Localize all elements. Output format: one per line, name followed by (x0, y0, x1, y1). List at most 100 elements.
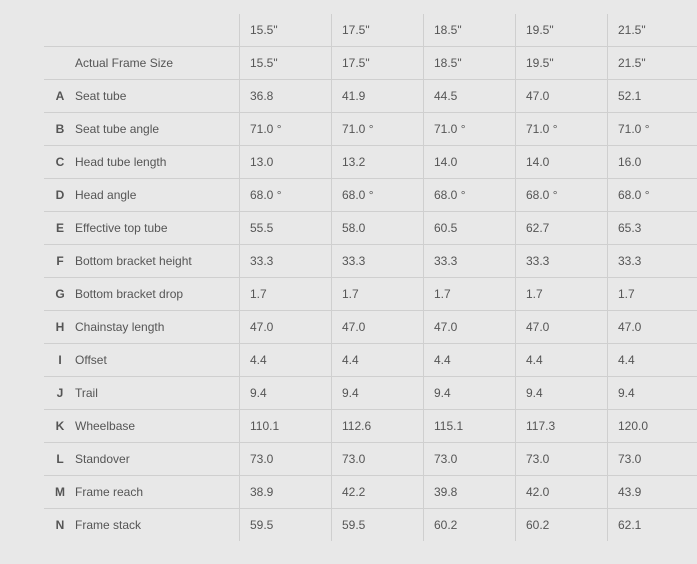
row-value: 47.0 (607, 310, 697, 344)
row-value: 33.3 (331, 244, 424, 278)
size-header: 17.5" (331, 14, 424, 47)
row-value: 9.4 (515, 376, 608, 410)
table-row: K Wheelbase 110.1 112.6 115.1 117.3 120.0 (44, 409, 697, 443)
row-label: Effective top tube (75, 211, 240, 245)
row-value: 19.5" (515, 46, 608, 80)
table-row: F Bottom bracket height 33.3 33.3 33.3 33.3 33… (44, 244, 697, 278)
row-value: 58.0 (331, 211, 424, 245)
row-label: Offset (75, 343, 240, 377)
row-value: 13.2 (331, 145, 424, 179)
row-label: Bottom bracket height (75, 244, 240, 278)
row-value: 1.7 (331, 277, 424, 311)
row-label: Seat tube angle (75, 112, 240, 146)
row-value: 16.0 (607, 145, 697, 179)
row-letter: M (44, 475, 75, 509)
size-header: 18.5" (423, 14, 516, 47)
row-value: 38.9 (239, 475, 332, 509)
table-row: A Seat tube 36.8 41.9 44.5 47.0 52.1 (44, 79, 697, 113)
row-letter: F (44, 244, 75, 278)
row-value: 71.0 ° (331, 112, 424, 146)
row-value: 71.0 ° (607, 112, 697, 146)
row-value: 68.0 ° (607, 178, 697, 212)
row-value: 36.8 (239, 79, 332, 113)
row-value: 4.4 (515, 343, 608, 377)
header-label-cell (75, 14, 240, 47)
row-label: Frame stack (75, 508, 240, 541)
row-value: 33.3 (239, 244, 332, 278)
row-value: 18.5" (423, 46, 516, 80)
row-value: 33.3 (607, 244, 697, 278)
row-value: 60.5 (423, 211, 516, 245)
row-value: 120.0 (607, 409, 697, 443)
row-label: Head tube length (75, 145, 240, 179)
row-value: 71.0 ° (515, 112, 608, 146)
size-header: 21.5" (607, 14, 697, 47)
row-value: 33.3 (423, 244, 516, 278)
table-row: N Frame stack 59.5 59.5 60.2 60.2 62.1 (44, 508, 697, 541)
row-letter: N (44, 508, 75, 541)
row-value: 9.4 (423, 376, 516, 410)
row-value: 68.0 ° (239, 178, 332, 212)
row-value: 21.5" (607, 46, 697, 80)
row-value: 4.4 (239, 343, 332, 377)
size-header: 15.5" (239, 14, 332, 47)
row-label: Standover (75, 442, 240, 476)
row-value: 59.5 (331, 508, 424, 541)
table-row: L Standover 73.0 73.0 73.0 73.0 73.0 (44, 442, 697, 476)
row-value: 110.1 (239, 409, 332, 443)
row-letter: G (44, 277, 75, 311)
header-letter-cell (44, 14, 75, 47)
row-value: 43.9 (607, 475, 697, 509)
row-value: 73.0 (331, 442, 424, 476)
row-value: 47.0 (515, 310, 608, 344)
row-value: 39.8 (423, 475, 516, 509)
row-value: 68.0 ° (331, 178, 424, 212)
row-value: 42.2 (331, 475, 424, 509)
row-value: 71.0 ° (423, 112, 516, 146)
row-letter: L (44, 442, 75, 476)
row-value: 47.0 (239, 310, 332, 344)
row-value: 73.0 (515, 442, 608, 476)
row-value: 1.7 (515, 277, 608, 311)
row-value: 62.1 (607, 508, 697, 541)
row-value: 41.9 (331, 79, 424, 113)
row-letter (44, 46, 75, 80)
row-label: Seat tube (75, 79, 240, 113)
row-letter: B (44, 112, 75, 146)
row-value: 4.4 (607, 343, 697, 377)
row-letter: C (44, 145, 75, 179)
row-value: 62.7 (515, 211, 608, 245)
row-letter: I (44, 343, 75, 377)
table-row: E Effective top tube 55.5 58.0 60.5 62.7 65.3 (44, 211, 697, 245)
table-row: I Offset 4.4 4.4 4.4 4.4 4.4 (44, 343, 697, 377)
row-value: 1.7 (607, 277, 697, 311)
row-label: Wheelbase (75, 409, 240, 443)
row-value: 55.5 (239, 211, 332, 245)
row-value: 52.1 (607, 79, 697, 113)
row-value: 15.5" (239, 46, 332, 80)
row-letter: K (44, 409, 75, 443)
geometry-table: 15.5" 17.5" 18.5" 19.5" 21.5" Actual Frame Si… (44, 14, 697, 541)
row-value: 9.4 (607, 376, 697, 410)
row-value: 59.5 (239, 508, 332, 541)
row-value: 60.2 (515, 508, 608, 541)
row-value: 4.4 (331, 343, 424, 377)
row-value: 117.3 (515, 409, 608, 443)
table-row: J Trail 9.4 9.4 9.4 9.4 9.4 (44, 376, 697, 410)
row-label: Frame reach (75, 475, 240, 509)
row-value: 14.0 (423, 145, 516, 179)
table-row: B Seat tube angle 71.0 ° 71.0 ° 71.0 ° 71.0 °… (44, 112, 697, 146)
table-row: M Frame reach 38.9 42.2 39.8 42.0 43.9 (44, 475, 697, 509)
row-value: 44.5 (423, 79, 516, 113)
row-value: 73.0 (239, 442, 332, 476)
row-value: 33.3 (515, 244, 608, 278)
row-letter: A (44, 79, 75, 113)
row-label: Bottom bracket drop (75, 277, 240, 311)
row-value: 1.7 (423, 277, 516, 311)
row-value: 60.2 (423, 508, 516, 541)
row-value: 14.0 (515, 145, 608, 179)
row-label: Head angle (75, 178, 240, 212)
row-value: 42.0 (515, 475, 608, 509)
row-value: 71.0 ° (239, 112, 332, 146)
row-label: Chainstay length (75, 310, 240, 344)
